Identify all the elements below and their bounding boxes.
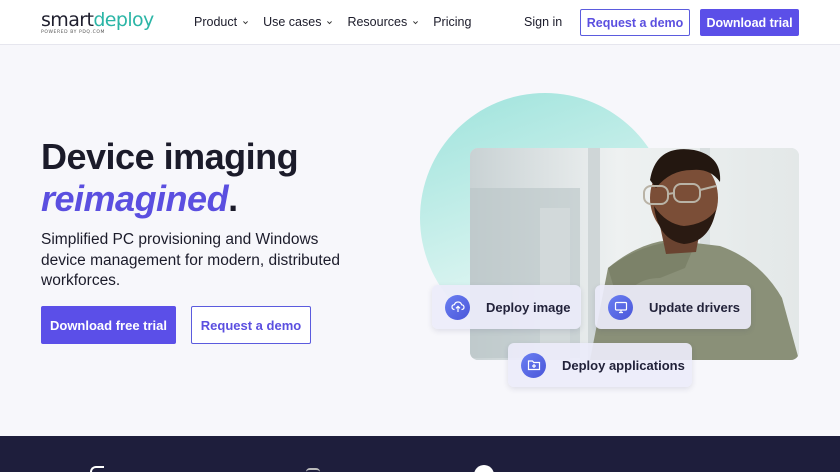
headline-period: . <box>228 178 238 219</box>
menu-item-resources[interactable]: Resources <box>347 15 419 29</box>
customer-logo <box>90 466 104 472</box>
feature-deploy-applications: Deploy applications <box>508 343 692 387</box>
chevron-down-icon <box>413 20 419 24</box>
menu-item-label: Resources <box>347 15 408 29</box>
headline-line-1: Device imaging <box>41 136 299 177</box>
top-navigation: smartdeploy POWERED BY PDQ.COM Product U… <box>0 0 840 45</box>
logo-accent: deploy <box>93 9 154 31</box>
nav-request-demo-button[interactable]: Request a demo <box>580 9 690 36</box>
feature-update-drivers: Update drivers <box>595 285 751 329</box>
feature-deploy-image: Deploy image <box>432 285 581 329</box>
hero-headline: Device imaging reimagined. <box>41 136 299 220</box>
logo-prefix: smart <box>41 9 94 31</box>
menu-item-pricing[interactable]: Pricing <box>433 15 471 29</box>
feature-label: Deploy applications <box>562 357 685 373</box>
headline-line-2: reimagined. <box>41 178 298 220</box>
menu-item-label: Use cases <box>263 15 322 29</box>
cloud-upload-icon <box>445 294 470 320</box>
menu-item-label: Pricing <box>433 15 472 29</box>
customer-logo <box>306 468 320 472</box>
headline-italic: reimagined <box>41 178 229 219</box>
main-menu: Product Use cases Resources Pricing <box>194 15 485 29</box>
request-demo-button[interactable]: Request a demo <box>191 306 311 344</box>
chevron-down-icon <box>243 20 249 24</box>
download-free-trial-button[interactable]: Download free trial <box>41 306 176 344</box>
sign-in-link[interactable]: Sign in <box>524 15 562 29</box>
customer-logo-band <box>0 436 840 472</box>
smartdeploy-logo[interactable]: smartdeploy POWERED BY PDQ.COM <box>41 11 154 36</box>
logo-wordmark: smartdeploy <box>41 11 154 30</box>
chevron-down-icon <box>327 20 333 24</box>
menu-item-use-cases[interactable]: Use cases <box>263 15 333 29</box>
feature-label: Update drivers <box>649 299 741 315</box>
nav-download-trial-button[interactable]: Download trial <box>700 9 799 36</box>
folder-plus-icon <box>521 352 546 378</box>
hero-subtitle: Simplified PC provisioning and Windows d… <box>41 231 340 289</box>
menu-item-product[interactable]: Product <box>194 15 249 29</box>
feature-label: Deploy image <box>486 299 571 315</box>
monitor-icon <box>608 294 633 320</box>
menu-item-label: Product <box>194 15 238 29</box>
